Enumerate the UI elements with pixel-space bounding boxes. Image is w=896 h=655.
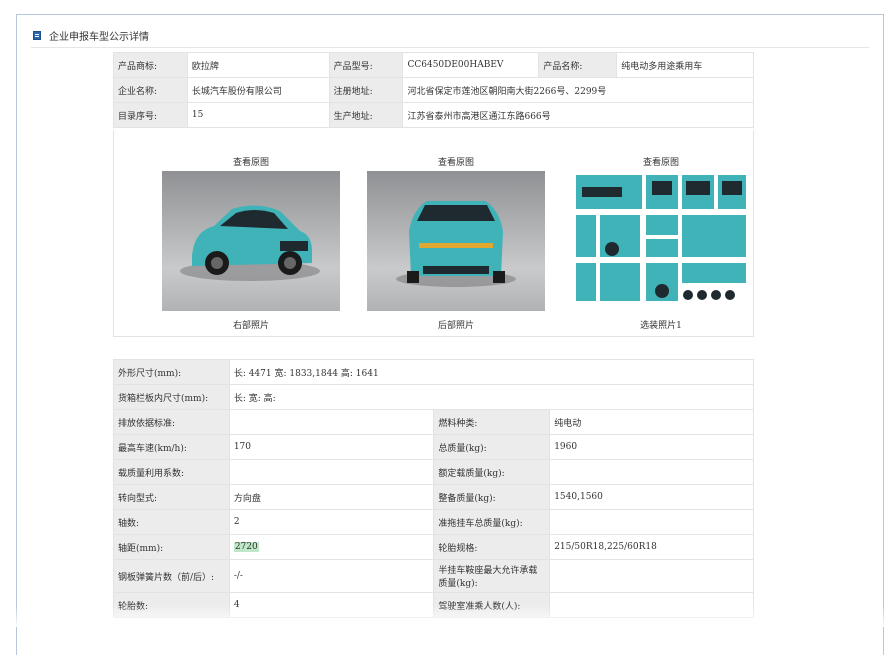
spec-label: 钢板弹簧片数（前/后）: (113, 559, 230, 593)
spec-label: 轮胎规格: (433, 534, 551, 560)
spec-label: 总质量(kg): (433, 434, 551, 460)
company-label: 企业名称: (113, 77, 188, 103)
spec-label: 最高车速(km/h): (113, 434, 230, 460)
spec-value: 方向盘 (228, 484, 435, 510)
spec-label: 排放依据标准: (113, 409, 230, 435)
model-value: CC6450DE00HABEV (402, 52, 540, 78)
photo-caption: 右部照片 (232, 321, 269, 331)
table-row: 轴距(mm): 2720 轮胎规格: 215/50R18,225/60R18 (113, 534, 754, 560)
document-icon (33, 30, 41, 40)
prod-address-label: 生产地址: (328, 102, 404, 128)
spec-value: 2 (228, 509, 435, 535)
reg-address-label: 注册地址: (328, 77, 404, 103)
basic-info-table: 产品商标: 欧拉牌 产品型号: CC6450DE00HABEV 产品名称: 纯电… (113, 52, 754, 128)
cargo-dims-value: 长: 宽: 高: (228, 384, 755, 410)
spec-label: 整备质量(kg): (433, 484, 551, 510)
spec-label: 轴距(mm): (113, 534, 230, 560)
view-original-link[interactable]: 查看原图 (367, 155, 545, 168)
photo-caption: 选装照片1 (640, 321, 682, 331)
photo-caption: 后部照片 (437, 321, 474, 331)
spec-value (549, 459, 754, 485)
brand-value: 欧拉牌 (186, 52, 330, 78)
spec-value: 1540,1560 (549, 484, 754, 510)
spec-value: 2720 (228, 534, 435, 560)
highlighted-text: 2720 (233, 542, 259, 552)
spec-value (228, 409, 435, 435)
panel-header: 企业申报车型公示详情 (17, 25, 883, 45)
spec-value: 215/50R18,225/60R18 (549, 534, 754, 560)
prod-address-value: 江苏省泰州市高港区通江东路666号 (402, 102, 754, 128)
cargo-dims-label: 货箱栏板内尺寸(mm): (113, 384, 230, 410)
table-row: 企业名称: 长城汽车股份有限公司 注册地址: 河北省保定市莲池区朝阳南大街226… (113, 77, 754, 103)
spec-value (228, 459, 435, 485)
table-row: 转向型式: 方向盘 整备质量(kg): 1540,1560 (113, 484, 754, 510)
dims-value: 长: 4471 宽: 1833,1844 高: 1641 (228, 359, 755, 385)
specs-table: 外形尺寸(mm): 长: 4471 宽: 1833,1844 高: 1641 货… (113, 359, 755, 618)
car-right-image[interactable] (162, 171, 340, 311)
product-name-value: 纯电动多用途乘用车 (616, 52, 754, 78)
model-label: 产品型号: (328, 52, 404, 78)
table-row: 外形尺寸(mm): 长: 4471 宽: 1833,1844 高: 1641 (113, 359, 755, 385)
view-original-link[interactable]: 查看原图 (572, 155, 750, 168)
catalog-no-label: 目录序号: (113, 102, 188, 128)
spec-value (549, 559, 754, 593)
header-divider (31, 47, 869, 48)
spec-value: 纯电动 (549, 409, 754, 435)
spec-value: -/- (228, 559, 435, 593)
table-row: 货箱栏板内尺寸(mm): 长: 宽: 高: (113, 384, 755, 410)
table-row: 最高车速(km/h): 170 总质量(kg): 1960 (113, 434, 754, 460)
table-row: 目录序号: 15 生产地址: 江苏省泰州市高港区通江东路666号 (113, 102, 754, 128)
table-row: 排放依据标准: 燃料种类: 纯电动 (113, 409, 754, 435)
spec-label: 轴数: (113, 509, 230, 535)
panel-title: 企业申报车型公示详情 (49, 31, 149, 43)
spec-value: 1960 (549, 434, 754, 460)
table-row: 载质量利用系数: 额定载质量(kg): (113, 459, 754, 485)
spec-label: 燃料种类: (433, 409, 551, 435)
bottom-fade (0, 605, 896, 627)
view-original-link[interactable]: 查看原图 (162, 155, 340, 168)
product-name-label: 产品名称: (538, 52, 618, 78)
spec-label: 半挂车鞍座最大允许承载质量(kg): (433, 559, 551, 593)
table-row: 钢板弹簧片数（前/后）: -/- 半挂车鞍座最大允许承载质量(kg): (113, 559, 754, 593)
company-value: 长城汽车股份有限公司 (186, 77, 330, 103)
brand-label: 产品商标: (113, 52, 188, 78)
spec-value: 170 (228, 434, 435, 460)
spec-label: 准拖挂车总质量(kg): (433, 509, 551, 535)
dims-label: 外形尺寸(mm): (113, 359, 230, 385)
spec-value (549, 509, 754, 535)
catalog-no-value: 15 (186, 102, 330, 128)
reg-address-value: 河北省保定市莲池区朝阳南大街2266号、2299号 (402, 77, 754, 103)
spec-label: 载质量利用系数: (113, 459, 230, 485)
car-rear-image[interactable] (367, 171, 545, 311)
photo-gallery: 查看原图 右部照片 查看原图 后部照片 查看原图 选装照片1 (113, 130, 754, 337)
optional-collage-image[interactable] (572, 171, 750, 311)
table-row: 产品商标: 欧拉牌 产品型号: CC6450DE00HABEV 产品名称: 纯电… (113, 52, 754, 78)
spec-label: 转向型式: (113, 484, 230, 510)
table-row: 轴数: 2 准拖挂车总质量(kg): (113, 509, 754, 535)
spec-label: 额定载质量(kg): (433, 459, 551, 485)
